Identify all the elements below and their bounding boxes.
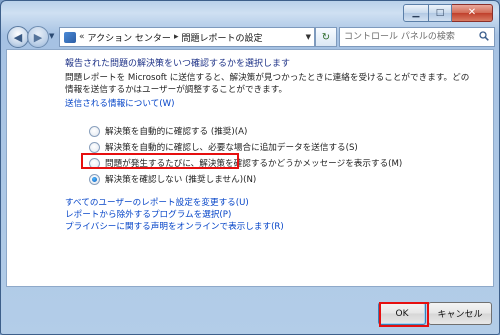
radio-label: 解決策を確認しない (推奨しません)(N) [105, 175, 257, 185]
radio-button[interactable] [89, 125, 100, 137]
content-pane: 報告された問題の解決策をいつ確認するかを選択します 問題レポートを Micros… [6, 49, 494, 287]
breadcrumb-action-center[interactable]: アクション センター [88, 31, 171, 44]
search-box [339, 27, 495, 47]
control-panel-icon [64, 31, 76, 43]
exclude-programs-link[interactable]: レポートから除外するプログラムを選択(P) [65, 208, 231, 220]
minimize-icon: ▁ [412, 7, 420, 18]
search-icon[interactable] [479, 31, 489, 41]
radio-option-ask-each-time[interactable]: 問題が発生するたびに、解決策を確認するかどうかメッセージを表示する(M) [89, 157, 402, 169]
description-text: 問題レポートを Microsoft に送信すると、解決策が見つかったときに連絡を… [65, 73, 470, 95]
breadcrumb-problem-reports[interactable]: 問題レポートの設定 [181, 31, 262, 44]
address-bar[interactable]: « アクション センター ▸ 問題レポートの設定 ▼ [59, 27, 315, 47]
maximize-button[interactable]: □ [429, 4, 452, 22]
ok-button[interactable]: OK [378, 302, 426, 325]
privacy-statement-link[interactable]: プライバシーに関する声明をオンラインで表示します(R) [65, 220, 284, 232]
forward-button[interactable]: ▶ [27, 26, 49, 48]
address-prefix[interactable]: « [79, 32, 85, 42]
navigation-bar: ◀ ▶ ▼ « アクション センター ▸ 問題レポートの設定 ▼ ↻ [1, 25, 499, 49]
forward-arrow-icon: ▶ [33, 30, 43, 44]
cancel-button[interactable]: キャンセル [428, 302, 492, 325]
close-icon: ✕ [467, 7, 477, 18]
close-button[interactable]: ✕ [452, 4, 493, 22]
control-panel-window: ▁ □ ✕ ◀ ▶ ▼ « アクション センター ▸ 問題レポートの設定 ▼ ↻ [0, 0, 500, 335]
radio-option-auto-check-send-data[interactable]: 解決策を自動的に確認し、必要な場合に追加データを送信する(S) [89, 141, 358, 153]
radio-button[interactable] [89, 141, 100, 153]
refresh-icon: ↻ [321, 31, 331, 43]
change-all-users-settings-link[interactable]: すべてのユーザーのレポート設定を変更する(U) [65, 196, 249, 208]
breadcrumb-separator-icon[interactable]: ▸ [174, 32, 179, 42]
radio-label: 解決策を自動的に確認する (推奨)(A) [105, 127, 248, 137]
radio-label: 問題が発生するたびに、解決策を確認するかどうかメッセージを表示する(M) [105, 159, 403, 169]
radio-button[interactable] [89, 157, 100, 169]
caption-buttons: ▁ □ ✕ [403, 4, 493, 22]
radio-label: 解決策を自動的に確認し、必要な場合に追加データを送信する(S) [105, 143, 358, 153]
radio-button-selected[interactable] [89, 173, 100, 185]
back-button[interactable]: ◀ [7, 26, 29, 48]
search-input[interactable] [340, 30, 472, 44]
radio-option-auto-check[interactable]: 解決策を自動的に確認する (推奨)(A) [89, 125, 247, 137]
refresh-button[interactable]: ↻ [315, 27, 337, 47]
radio-option-never-check[interactable]: 解決策を確認しない (推奨しません)(N) [89, 173, 256, 185]
info-sent-link[interactable]: 送信される情報について(W) [65, 97, 174, 109]
maximize-icon: □ [435, 7, 445, 18]
page-heading: 報告された問題の解決策をいつ確認するかを選択します [65, 59, 291, 69]
recent-pages-dropdown[interactable]: ▼ [49, 32, 54, 40]
back-arrow-icon: ◀ [13, 30, 23, 44]
address-dropdown-icon[interactable]: ▼ [306, 33, 311, 41]
dialog-footer: OK キャンセル [6, 297, 494, 329]
minimize-button[interactable]: ▁ [403, 4, 429, 22]
